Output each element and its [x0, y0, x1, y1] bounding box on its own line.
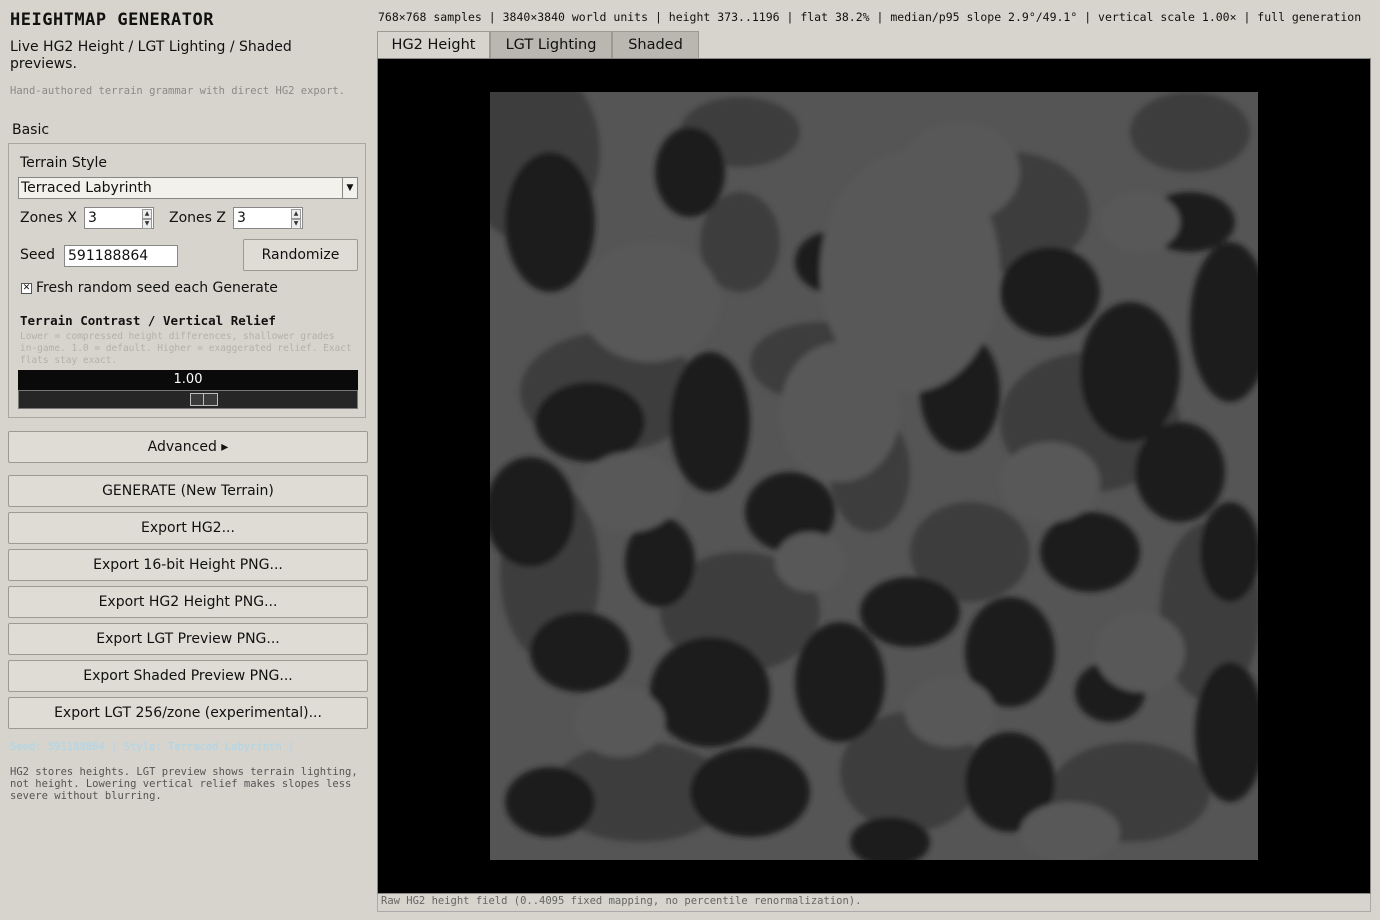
basic-section-label: Basic — [12, 122, 50, 138]
chevron-down-icon[interactable]: ▼ — [342, 178, 357, 198]
export-lgt256-button[interactable]: Export LGT 256/zone (experimental)... — [8, 697, 368, 729]
zones-z-label: Zones Z — [169, 210, 226, 226]
generate-button[interactable]: GENERATE (New Terrain) — [8, 475, 368, 507]
spin-down-icon[interactable]: ▼ — [142, 219, 152, 229]
advanced-toggle-button[interactable]: Advanced ▸ — [8, 431, 368, 463]
app-title: HEIGHTMAP GENERATOR — [10, 10, 214, 30]
export-hg2-png-button[interactable]: Export HG2 Height PNG... — [8, 586, 368, 618]
control-panel: HEIGHTMAP GENERATOR Live HG2 Height / LG… — [0, 0, 374, 920]
relief-title: Terrain Contrast / Vertical Relief — [20, 313, 276, 328]
terrain-style-select[interactable]: Terraced Labyrinth ▼ — [18, 177, 358, 199]
terrain-style-label: Terrain Style — [20, 155, 108, 171]
check-icon: ✕ — [22, 283, 31, 293]
status-line: Seed: 591188864 | Style: Terraced Labyri… — [10, 741, 295, 753]
spin-down-icon[interactable]: ▼ — [291, 219, 301, 229]
seed-input[interactable]: 591188864 — [64, 245, 178, 267]
fresh-seed-checkbox[interactable]: ✕ — [21, 283, 32, 294]
footer-note: HG2 stores heights. LGT preview shows te… — [10, 766, 358, 802]
app-subtitle: Live HG2 Height / LGT Lighting / Shaded … — [10, 39, 292, 72]
terrain-stats-bar: 768×768 samples | 3840×3840 world units … — [378, 10, 1362, 24]
basic-settings-group: Terrain Style Terraced Labyrinth ▼ Zones… — [8, 143, 366, 418]
spin-up-icon[interactable]: ▲ — [142, 209, 152, 219]
randomize-button[interactable]: Randomize — [243, 239, 358, 271]
zones-x-label: Zones X — [20, 210, 77, 226]
terrain-style-value: Terraced Labyrinth — [21, 180, 152, 196]
zones-x-spinbox[interactable]: 3 ▲ ▼ — [84, 207, 154, 229]
fresh-seed-label: Fresh random seed each Generate — [36, 280, 278, 296]
zones-z-spinbox[interactable]: 3 ▲ ▼ — [233, 207, 303, 229]
tab-hg2-height[interactable]: HG2 Height — [377, 31, 490, 59]
export-shaded-png-button[interactable]: Export Shaded Preview PNG... — [8, 660, 368, 692]
app-tagline: Hand-authored terrain grammar with direc… — [10, 85, 346, 97]
heightmap-preview — [490, 92, 1258, 860]
relief-slider[interactable] — [18, 390, 358, 409]
slider-handle[interactable] — [190, 393, 218, 406]
tab-shaded[interactable]: Shaded — [612, 31, 699, 58]
zones-z-value: 3 — [237, 210, 246, 226]
preview-viewport[interactable] — [377, 58, 1371, 894]
relief-value: 1.00 — [18, 370, 358, 390]
zones-x-value: 3 — [88, 210, 97, 226]
seed-label: Seed — [20, 247, 55, 263]
tab-lgt-lighting[interactable]: LGT Lighting — [490, 31, 612, 58]
export-hg2-button[interactable]: Export HG2... — [8, 512, 368, 544]
relief-help: Lower = compressed height differences, s… — [20, 331, 352, 366]
export-lgt-png-button[interactable]: Export LGT Preview PNG... — [8, 623, 368, 655]
export-16bit-png-button[interactable]: Export 16-bit Height PNG... — [8, 549, 368, 581]
spin-up-icon[interactable]: ▲ — [291, 209, 301, 219]
viewport-caption: Raw HG2 height field (0..4095 fixed mapp… — [377, 894, 1371, 912]
